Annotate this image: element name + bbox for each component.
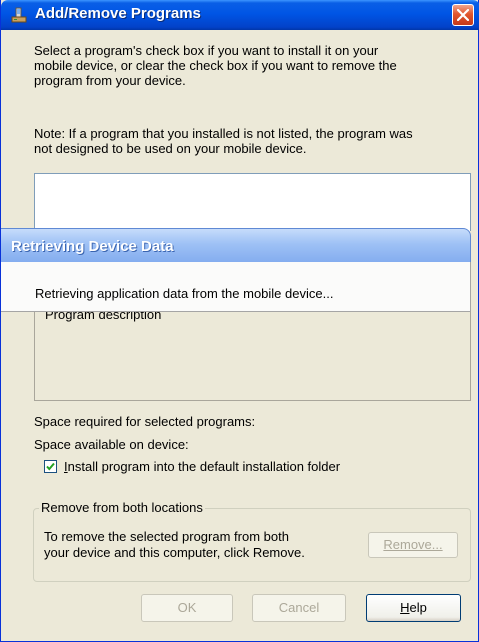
cancel-button[interactable]: Cancel [252, 594, 346, 622]
checkmark-icon [46, 462, 55, 471]
window-title: Add/Remove Programs [35, 5, 201, 22]
retrieving-device-data-popup: Retrieving Device Data Retrieving applic… [1, 228, 471, 312]
space-required-label: Space required for selected programs: [34, 414, 256, 429]
intro-text-line3: program from your device. [34, 73, 186, 88]
popup-message: Retrieving application data from the mob… [35, 286, 334, 301]
note-text-line1: Note: If a program that you installed is… [34, 126, 413, 141]
program-list[interactable] [34, 173, 471, 231]
title-bar[interactable]: Add/Remove Programs [1, 0, 479, 30]
intro-text-line2: mobile device, or clear the check box if… [34, 58, 397, 73]
install-default-folder-label[interactable]: Install program into the default install… [64, 459, 340, 474]
intro-text-line1: Select a program's check box if you want… [34, 43, 379, 58]
remove-group-text-line2: your device and this computer, click Rem… [44, 545, 305, 560]
note-text-line2: not designed to be used on your mobile d… [34, 141, 307, 156]
install-default-folder-label-rest: nstall program into the default installa… [67, 459, 341, 474]
remove-button-label: Remove... [383, 537, 443, 552]
popup-body: Retrieving application data from the mob… [1, 262, 471, 312]
help-button[interactable]: Help [366, 594, 461, 622]
remove-group-legend: Remove from both locations [39, 500, 205, 515]
add-remove-programs-window: Add/Remove Programs Select a program's c… [0, 0, 479, 642]
popup-header: Retrieving Device Data [1, 228, 471, 262]
ok-button-label: OK [177, 600, 197, 615]
add-remove-programs-icon [11, 7, 27, 23]
install-default-folder-checkbox[interactable] [44, 460, 57, 473]
remove-group-text-line1: To remove the selected program from both [44, 529, 289, 544]
cancel-button-label: Cancel [278, 600, 320, 615]
popup-title: Retrieving Device Data [11, 238, 174, 255]
close-icon [457, 9, 469, 21]
space-available-label: Space available on device: [34, 437, 189, 452]
ok-button[interactable]: OK [141, 594, 233, 622]
remove-button[interactable]: Remove... [368, 532, 458, 558]
close-button[interactable] [452, 4, 474, 26]
help-button-label: Help [400, 600, 427, 615]
